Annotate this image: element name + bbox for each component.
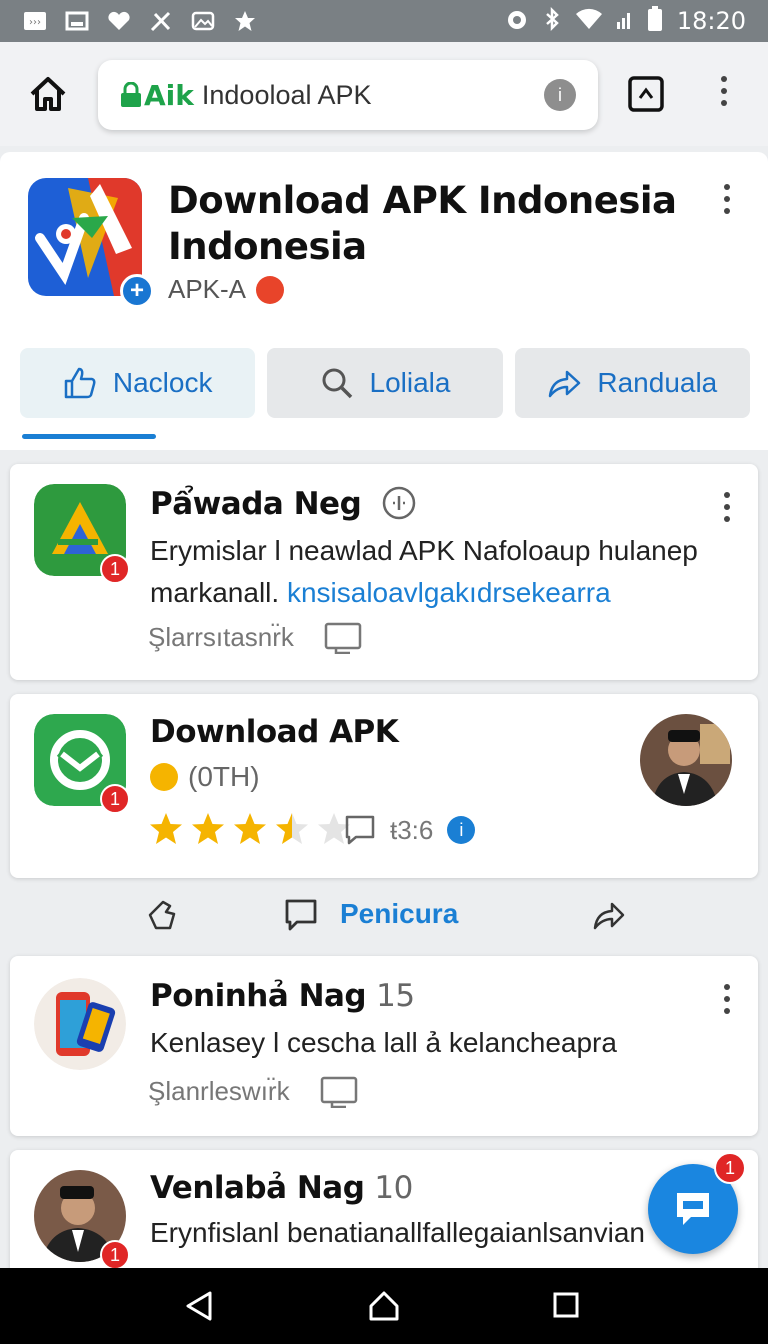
add-app-button[interactable]: +: [120, 274, 154, 308]
svg-text:›››: ›››: [29, 17, 41, 28]
tabs-button[interactable]: [628, 76, 664, 112]
browser-toolbar: Aik Indooloal APK i: [0, 42, 768, 146]
post-title: Pẩwada Neg: [150, 486, 416, 522]
post-number: 10: [374, 1170, 413, 1206]
home-button[interactable]: [26, 72, 70, 116]
tabs-icon: [628, 76, 664, 112]
active-tab-indicator: [22, 434, 156, 439]
address-bar[interactable]: Aik Indooloal APK i: [98, 60, 598, 130]
post-subline: (0TH): [150, 756, 260, 798]
star-icon: [192, 813, 224, 844]
tab-label: Loliala: [369, 367, 451, 398]
verified-badge-icon: [150, 763, 178, 791]
tab-loliala[interactable]: Loliala: [267, 348, 503, 418]
post-title-text: Poninhả Nag: [150, 978, 367, 1014]
battery-icon: [647, 5, 663, 37]
wifi-icon: [575, 8, 603, 35]
post-action-bar: Penicura: [0, 884, 768, 950]
feed-post[interactable]: 1 Venlabả Nag 10 Erynfislanl benatianallf…: [10, 1150, 758, 1280]
tab-randuala[interactable]: Randuala: [514, 348, 750, 418]
gallery-icon: [190, 10, 216, 32]
feed-post[interactable]: Poninhả Nag 15 Kenlasey l cescha lall ả k…: [10, 956, 758, 1136]
feed-post[interactable]: 1 Pẩwada Neg Erymislar l neawlad APK Naf…: [10, 464, 758, 680]
info-badge-icon: i: [447, 816, 476, 844]
post-meta: Şlarrsıtasnr̈k: [148, 620, 362, 654]
share-icon: [549, 370, 581, 398]
notification-badge: 1: [100, 1240, 130, 1270]
post-meta: Şlanrleswır̈k: [148, 1074, 358, 1108]
share-icon[interactable]: [592, 898, 626, 932]
comment-count: ŧ3:6: [390, 814, 434, 845]
app-header: + Download APK Indonesia Indonesia APK-A…: [0, 152, 768, 450]
comment-icon[interactable]: [344, 814, 376, 846]
image-icon: [64, 10, 90, 32]
chat-icon: [677, 1193, 709, 1225]
clock: 18:20: [676, 7, 746, 35]
post-meta-text: Şlanrleswır̈k: [148, 1075, 290, 1106]
tab-label: Naclock: [112, 367, 213, 398]
search-icon: [322, 368, 352, 399]
post-title: Venlabả Nag 10: [150, 1170, 413, 1206]
post-avatar: [34, 978, 126, 1070]
post-body: Erynfislanl benatianallfallegaianlsanvia…: [150, 1217, 645, 1248]
heart-icon: [106, 10, 132, 32]
thumbs-up-icon: [64, 367, 96, 399]
post-meta-text: Şlarrsıtasnr̈k: [148, 621, 294, 652]
like-icon[interactable]: [146, 898, 180, 932]
comment-action-label[interactable]: Penicura: [340, 898, 458, 930]
info-circle-icon: [382, 486, 415, 520]
post-body: Erymislar l neawlad APK Nafoloaup hulane…: [150, 530, 740, 614]
star-rating: [148, 812, 352, 846]
star-icon: [234, 813, 266, 844]
home-nav-icon[interactable]: [368, 1290, 400, 1322]
signal-icon: [616, 8, 633, 35]
site-brand: Aik: [144, 78, 194, 112]
cast-icon[interactable]: [320, 1074, 358, 1108]
system-nav-bar: [0, 1268, 768, 1344]
app-subtitle: APK-A: [168, 274, 247, 304]
app-more-button[interactable]: [721, 184, 733, 218]
post-stats: ŧ3:6 i: [344, 814, 476, 846]
alarm-icon: [505, 7, 529, 36]
app-tabs: Naclock Loliala Randuala: [20, 348, 750, 418]
lock-icon: [121, 82, 141, 107]
recents-icon[interactable]: [552, 1290, 580, 1320]
post-more-button[interactable]: [721, 492, 733, 526]
post-number: 15: [376, 978, 415, 1014]
bluetooth-icon: [543, 6, 561, 36]
post-title: Download APK: [150, 714, 399, 750]
browser-menu-button[interactable]: [718, 76, 730, 110]
post-title: Poninhả Nag 15: [150, 978, 415, 1014]
notification-badge: 1: [100, 554, 130, 584]
star-icon: [276, 813, 308, 844]
post-more-button[interactable]: [721, 984, 733, 1018]
cast-icon[interactable]: [324, 620, 362, 654]
post-body: Kenlasey l cescha lall ả kelancheapra: [150, 1027, 617, 1058]
app-title: Download APK Indonesia Indonesia: [168, 179, 677, 268]
post-sub-text: (0TH): [188, 761, 260, 792]
tools-icon: [148, 10, 174, 32]
post-link[interactable]: knsisaloavlgakıdrsekearra: [287, 577, 611, 608]
notification-badge: 1: [100, 784, 130, 814]
status-bar: ››› 18:20: [0, 0, 768, 42]
fab-notification-badge: 1: [714, 1152, 746, 1184]
site-info-icon[interactable]: i: [544, 79, 576, 111]
post-title-text: Pẩwada Neg: [150, 486, 362, 522]
notification-icon: ›››: [22, 10, 48, 32]
comment-icon[interactable]: [284, 898, 318, 932]
back-icon[interactable]: [184, 1290, 214, 1322]
feed-post[interactable]: 1 Download APK (0TH) ŧ3:6 i: [10, 694, 758, 878]
star-icon: [150, 813, 182, 844]
author-avatar[interactable]: [640, 714, 732, 806]
tab-naclock[interactable]: Naclock: [20, 348, 256, 418]
post-title-text: Venlabả Nag: [150, 1170, 365, 1206]
home-icon: [30, 77, 66, 111]
url-text: Indooloal APK: [201, 79, 372, 110]
star-icon: [232, 10, 258, 32]
tab-label: Randuala: [597, 367, 718, 398]
app-publisher: APK-A: [168, 274, 285, 305]
publisher-badge-icon: [256, 275, 285, 304]
